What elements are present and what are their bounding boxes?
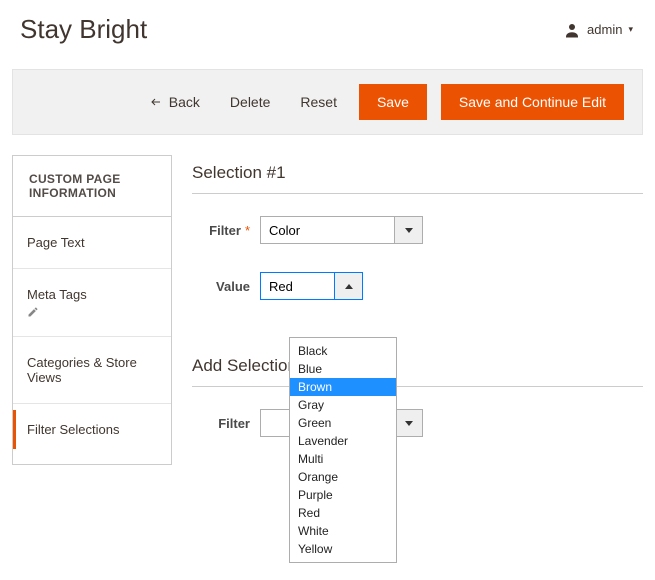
chevron-down-icon <box>405 421 413 426</box>
filter2-label: Filter <box>192 416 260 431</box>
dropdown-option[interactable]: Brown <box>290 378 396 396</box>
filter-dropdown-toggle[interactable] <box>395 216 423 244</box>
sidebar-item-label: Categories & Store Views <box>27 355 157 385</box>
reset-button[interactable]: Reset <box>292 88 345 116</box>
value-dropdown-list[interactable]: BlackBlueBrownGrayGreenLavenderMultiOran… <box>289 337 397 563</box>
filter-label: Filter* <box>192 223 260 238</box>
caret-down-icon: ▾ <box>628 24 633 35</box>
dropdown-option[interactable]: Blue <box>290 360 396 378</box>
main-panel: Selection #1 Filter* Value Add Selection… <box>192 155 643 465</box>
filter-input[interactable] <box>260 216 395 244</box>
action-bar: Back Delete Reset Save Save and Continue… <box>12 69 643 135</box>
dropdown-option[interactable]: Green <box>290 414 396 432</box>
sidebar-item-label: Page Text <box>27 235 157 250</box>
back-label: Back <box>169 94 200 110</box>
value-input[interactable] <box>260 272 335 300</box>
filter2-dropdown-toggle[interactable] <box>395 409 423 437</box>
value-dropdown-toggle[interactable] <box>335 272 363 300</box>
dropdown-option[interactable]: Red <box>290 504 396 522</box>
back-button[interactable]: Back <box>141 88 208 116</box>
sidebar-title: CUSTOM PAGE INFORMATION <box>13 156 171 217</box>
dropdown-option[interactable]: Black <box>290 342 396 360</box>
sidebar-item-filter-selections[interactable]: Filter Selections <box>13 404 171 455</box>
add-selection-title: Add Selection <box>192 356 643 387</box>
selection-1-title: Selection #1 <box>192 163 643 194</box>
dropdown-option[interactable]: Multi <box>290 450 396 468</box>
dropdown-option[interactable]: White <box>290 522 396 540</box>
user-menu[interactable]: admin ▾ <box>563 21 633 39</box>
sidebar-item-meta-tags[interactable]: Meta Tags <box>13 269 171 337</box>
chevron-down-icon <box>405 228 413 233</box>
filter-combo[interactable] <box>260 216 423 244</box>
page-title: Stay Bright <box>20 14 147 45</box>
dropdown-option[interactable]: Purple <box>290 486 396 504</box>
dropdown-option[interactable]: Lavender <box>290 432 396 450</box>
dropdown-option[interactable]: Yellow <box>290 540 396 558</box>
username-label: admin <box>587 22 622 37</box>
sidebar-item-page-text[interactable]: Page Text <box>13 217 171 269</box>
pencil-icon <box>27 306 39 318</box>
chevron-up-icon <box>345 284 353 289</box>
sidebar: CUSTOM PAGE INFORMATION Page Text Meta T… <box>12 155 172 465</box>
save-button[interactable]: Save <box>359 84 427 120</box>
value-combo[interactable] <box>260 272 363 300</box>
sidebar-item-label: Meta Tags <box>27 287 157 302</box>
dropdown-option[interactable]: Orange <box>290 468 396 486</box>
value-label: Value <box>192 279 260 294</box>
sidebar-item-label: Filter Selections <box>27 422 157 437</box>
sidebar-item-categories[interactable]: Categories & Store Views <box>13 337 171 404</box>
delete-button[interactable]: Delete <box>222 88 278 116</box>
save-continue-button[interactable]: Save and Continue Edit <box>441 84 624 120</box>
dropdown-option[interactable]: Gray <box>290 396 396 414</box>
